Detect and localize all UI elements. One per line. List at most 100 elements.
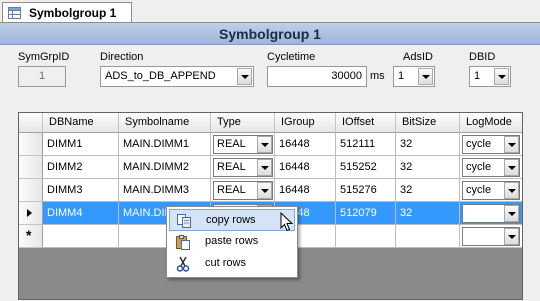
mouse-cursor-icon [280, 212, 294, 232]
logmode-select[interactable]: cycle [462, 181, 520, 200]
chevron-down-icon[interactable] [257, 182, 272, 199]
new-cell-logmode[interactable] [460, 225, 522, 248]
cell-dbname[interactable]: DIMM3 [43, 179, 119, 202]
cell-igroup[interactable]: 16448 [275, 133, 336, 156]
menu-item-paste-rows[interactable]: paste rows [169, 231, 295, 253]
adsid-value: 1 [398, 70, 405, 82]
logmode-select[interactable]: cycle [462, 135, 520, 154]
logmode-value: cycle [466, 207, 492, 219]
cell-bitsize[interactable]: 32 [396, 133, 460, 156]
tab-symbolgroup[interactable]: Symbolgroup 1 [2, 2, 132, 23]
logmode-select[interactable]: cycle [462, 204, 520, 223]
logmode-value: cycle [466, 138, 492, 150]
type-value: REAL [217, 184, 246, 196]
cell-symbolname[interactable]: MAIN.DIMM2 [119, 156, 211, 179]
page-title: Symbolgroup 1 [219, 26, 321, 42]
adsid-label: AdsID [403, 51, 433, 63]
table-icon [8, 7, 21, 19]
chevron-down-icon[interactable] [418, 68, 433, 85]
menu-item-copy-rows[interactable]: copy rows [169, 209, 295, 231]
dbid-label: DBID [469, 51, 496, 63]
chevron-down-icon[interactable] [504, 159, 519, 176]
cell-igroup[interactable]: 16448 [275, 179, 336, 202]
direction-select[interactable]: ADS_to_DB_APPEND [100, 66, 254, 87]
column-header-igroup[interactable]: IGroup [275, 113, 336, 133]
grid-corner [19, 113, 43, 133]
type-select[interactable]: REAL [213, 135, 273, 154]
column-header-ioffset[interactable]: IOffset [336, 113, 396, 133]
cell-bitsize[interactable]: 32 [396, 179, 460, 202]
cell-igroup[interactable]: 16448 [275, 156, 336, 179]
column-header-symbolname[interactable]: Symbolname [119, 113, 211, 133]
cell-logmode[interactable]: cycle [460, 202, 522, 225]
logmode-value: cycle [466, 184, 492, 196]
cell-dbname[interactable]: DIMM2 [43, 156, 119, 179]
chevron-down-icon[interactable] [504, 205, 519, 222]
cell-dbname[interactable]: DIMM4 [43, 202, 119, 225]
column-header-type[interactable]: Type [211, 113, 275, 133]
page-header: Symbolgroup 1 [0, 23, 540, 45]
menu-item-label: cut rows [205, 257, 246, 269]
cell-bitsize[interactable]: 32 [396, 202, 460, 225]
tab-label: Symbolgroup 1 [29, 6, 117, 20]
context-menu: copy rows paste rows cut rows [166, 206, 298, 278]
cell-ioffset[interactable]: 512079 [336, 202, 396, 225]
cell-ioffset[interactable]: 515276 [336, 179, 396, 202]
new-cell-bitsize[interactable] [396, 225, 460, 248]
adsid-select[interactable]: 1 [393, 66, 435, 87]
cell-symbolname[interactable]: MAIN.DIMM3 [119, 179, 211, 202]
symgrpid-label: SymGrpID [18, 51, 70, 63]
new-row-marker: * [26, 227, 32, 243]
tab-strip: Symbolgroup 1 [0, 0, 540, 23]
menu-item-cut-rows[interactable]: cut rows [169, 253, 295, 275]
cell-logmode[interactable]: cycle [460, 156, 522, 179]
menu-item-label: paste rows [205, 235, 259, 247]
cell-ioffset[interactable]: 515252 [336, 156, 396, 179]
dbid-value: 1 [474, 70, 481, 82]
chevron-down-icon[interactable] [494, 68, 509, 85]
cut-icon [176, 256, 190, 272]
cell-bitsize[interactable]: 32 [396, 156, 460, 179]
type-value: REAL [217, 138, 246, 150]
direction-value: ADS_to_DB_APPEND [105, 70, 216, 82]
type-value: REAL [217, 161, 246, 173]
logmode-select[interactable] [462, 227, 520, 246]
cell-logmode[interactable]: cycle [460, 133, 522, 156]
column-header-bitsize[interactable]: BitSize [396, 113, 460, 133]
cell-type[interactable]: REAL [211, 179, 275, 202]
type-select[interactable]: REAL [213, 181, 273, 200]
chevron-down-icon[interactable] [504, 136, 519, 153]
cell-type[interactable]: REAL [211, 133, 275, 156]
row-header[interactable] [19, 179, 43, 202]
paste-icon [176, 235, 190, 250]
chevron-down-icon[interactable] [504, 182, 519, 199]
cycletime-label: Cycletime [267, 51, 316, 63]
chevron-down-icon[interactable] [257, 136, 272, 153]
dbid-select[interactable]: 1 [469, 66, 511, 87]
symgrpid-field: 1 [18, 66, 66, 87]
column-header-dbname[interactable]: DBName [43, 113, 119, 133]
cell-dbname[interactable]: DIMM1 [43, 133, 119, 156]
copy-icon [177, 214, 191, 228]
chevron-down-icon[interactable] [237, 68, 252, 85]
cycletime-unit: ms [370, 70, 385, 82]
chevron-down-icon[interactable] [504, 228, 519, 245]
chevron-down-icon[interactable] [257, 159, 272, 176]
cycletime-input[interactable]: 30000 [267, 66, 367, 87]
row-header-current[interactable] [19, 202, 43, 225]
row-header[interactable] [19, 156, 43, 179]
row-header[interactable] [19, 133, 43, 156]
direction-label: Direction [100, 51, 144, 63]
logmode-value: cycle [466, 161, 492, 173]
column-header-logmode[interactable]: LogMode [460, 113, 522, 133]
cell-symbolname[interactable]: MAIN.DIMM1 [119, 133, 211, 156]
logmode-select[interactable]: cycle [462, 158, 520, 177]
current-row-arrow-icon [27, 209, 32, 217]
new-cell-ioffset[interactable] [336, 225, 396, 248]
type-select[interactable]: REAL [213, 158, 273, 177]
cell-logmode[interactable]: cycle [460, 179, 522, 202]
cell-type[interactable]: REAL [211, 156, 275, 179]
cell-ioffset[interactable]: 512111 [336, 133, 396, 156]
new-cell-dbname[interactable] [43, 225, 119, 248]
row-header-new[interactable]: * [19, 225, 43, 248]
